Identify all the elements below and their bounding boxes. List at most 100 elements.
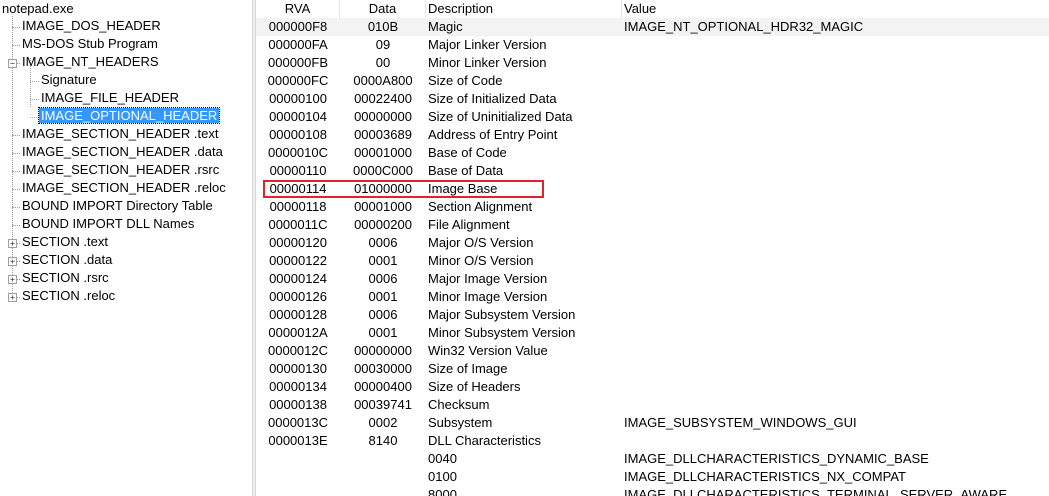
- rva-cell: 0000013E: [268, 433, 328, 448]
- data-cell: 00001000: [354, 199, 412, 214]
- data-cell: [340, 486, 426, 496]
- description-cell: Subsystem: [428, 415, 493, 430]
- tree-item-image-optional-header[interactable]: IMAGE_OPTIONAL_HEADER: [37, 107, 221, 124]
- tree-item-image-dos-header[interactable]: IMAGE_DOS_HEADER: [20, 18, 163, 33]
- tree-item-image-section-header-text[interactable]: IMAGE_SECTION_HEADER .text: [20, 126, 221, 141]
- table-row[interactable]: 0000013C 0002 Subsystem IMAGE_SUBSYSTEM_WIN…: [256, 414, 1049, 432]
- tree-connector: [12, 171, 20, 172]
- table-row[interactable]: 00000108 00003689 Address of Entry Point: [256, 126, 1049, 144]
- tree-connector: [30, 117, 39, 118]
- table-row[interactable]: 0040 IMAGE_DLLCHARACTERISTICS_DYNAMIC_BAS…: [256, 450, 1049, 468]
- table-row[interactable]: 0100 IMAGE_DLLCHARACTERISTICS_NX_COMPAT: [256, 468, 1049, 486]
- value-cell: [624, 342, 1049, 360]
- tree-connector: [30, 99, 39, 100]
- table-row[interactable]: 00000110 0000C000 Base of Data: [256, 162, 1049, 180]
- tree-root-label[interactable]: notepad.exe: [2, 1, 74, 16]
- rva-cell: 000000FA: [268, 37, 328, 52]
- value-cell: [624, 270, 1049, 288]
- table-row[interactable]: 0000013E 8140 DLL Characteristics: [256, 432, 1049, 450]
- tree-item-ms-dos-stub-program[interactable]: MS-DOS Stub Program: [20, 36, 160, 51]
- expand-icon[interactable]: +: [8, 257, 17, 266]
- table-row[interactable]: 000000FA 09 Major Linker Version: [256, 36, 1049, 54]
- table-row[interactable]: 00000104 00000000 Size of Uninitialized Da…: [256, 108, 1049, 126]
- tree-item-image-file-header[interactable]: IMAGE_FILE_HEADER: [39, 90, 181, 105]
- description-cell: Win32 Version Value: [428, 343, 548, 358]
- table-row[interactable]: 0000012A 0001 Minor Subsystem Version: [256, 324, 1049, 342]
- expand-icon[interactable]: +: [8, 293, 17, 302]
- description-cell: Major Subsystem Version: [428, 307, 576, 322]
- tree-item-section-data[interactable]: SECTION .data: [20, 252, 114, 267]
- tree-item-image-nt-headers[interactable]: IMAGE_NT_HEADERS: [20, 54, 161, 69]
- column-header-rva[interactable]: RVA: [256, 0, 340, 18]
- description-cell: Base of Code: [428, 145, 507, 160]
- tree-item-image-section-header-rsrc[interactable]: IMAGE_SECTION_HEADER .rsrc: [20, 162, 221, 177]
- rva-cell: 00000124: [269, 271, 327, 286]
- data-cell: [340, 468, 426, 486]
- value-cell: [624, 216, 1049, 234]
- table-row[interactable]: 00000126 0001 Minor Image Version: [256, 288, 1049, 306]
- rva-cell: 00000118: [269, 199, 327, 214]
- expand-icon[interactable]: +: [8, 275, 17, 284]
- table-row[interactable]: 00000118 00001000 Section Alignment: [256, 198, 1049, 216]
- table-row[interactable]: 00000124 0006 Major Image Version: [256, 270, 1049, 288]
- value-cell: [624, 162, 1049, 180]
- description-cell: Minor Subsystem Version: [428, 325, 576, 340]
- rva-cell: 00000104: [269, 109, 327, 124]
- structure-tree[interactable]: notepad.exe IMAGE_DOS_HEADER MS-DOS Stub …: [0, 0, 252, 496]
- value-cell: [624, 324, 1049, 342]
- table-row[interactable]: 00000128 0006 Major Subsystem Version: [256, 306, 1049, 324]
- table-row[interactable]: 00000138 00039741 Checksum: [256, 396, 1049, 414]
- data-cell: 0006: [368, 307, 398, 322]
- data-cell: 00001000: [354, 145, 412, 160]
- tree-connector: [12, 45, 20, 46]
- collapse-icon[interactable]: −: [8, 59, 17, 68]
- expand-icon[interactable]: +: [8, 239, 17, 248]
- value-cell: [624, 252, 1049, 270]
- tree-item-section-rsrc[interactable]: SECTION .rsrc: [20, 270, 111, 285]
- table-row[interactable]: 000000FC 0000A800 Size of Code: [256, 72, 1049, 90]
- table-row[interactable]: 8000 IMAGE_DLLCHARACTERISTICS_TERMINAL_SE…: [256, 486, 1049, 496]
- value-cell: [624, 144, 1049, 162]
- rva-cell: 00000100: [269, 91, 327, 106]
- column-header-description[interactable]: Description: [426, 0, 622, 18]
- tree-connector: [30, 81, 39, 82]
- table-row[interactable]: 00000120 0006 Major O/S Version: [256, 234, 1049, 252]
- table-row[interactable]: 000000FB 00 Minor Linker Version: [256, 54, 1049, 72]
- rva-cell: 00000134: [269, 379, 327, 394]
- tree-item-image-section-header-reloc[interactable]: IMAGE_SECTION_HEADER .reloc: [20, 180, 228, 195]
- table-row[interactable]: 0000010C 00001000 Base of Code: [256, 144, 1049, 162]
- table-row[interactable]: 00000130 00030000 Size of Image: [256, 360, 1049, 378]
- table-row[interactable]: 0000012C 00000000 Win32 Version Value: [256, 342, 1049, 360]
- description-cell: Size of Initialized Data: [428, 91, 557, 106]
- tree-item-bound-import-directory-table[interactable]: BOUND IMPORT Directory Table: [20, 198, 215, 213]
- table-row[interactable]: 00000114 01000000 Image Base: [256, 180, 1049, 198]
- rva-cell: 0000011C: [268, 217, 328, 232]
- description-cell: Size of Uninitialized Data: [428, 109, 573, 124]
- tree-item-image-section-header-data[interactable]: IMAGE_SECTION_HEADER .data: [20, 144, 225, 159]
- tree-item-signature[interactable]: Signature: [39, 72, 99, 87]
- description-cell: Major Image Version: [428, 271, 548, 286]
- details-list[interactable]: RVA Data Description Value 000000F8 010B M…: [256, 0, 1049, 496]
- table-row[interactable]: 0000011C 00000200 File Alignment: [256, 216, 1049, 234]
- tree-connector: [12, 189, 20, 190]
- tree-connector: [12, 225, 20, 226]
- tree-connector: [12, 153, 20, 154]
- column-header-value[interactable]: Value: [622, 0, 1049, 18]
- table-row[interactable]: 00000100 00022400 Size of Initialized Data: [256, 90, 1049, 108]
- data-cell: 00000000: [354, 343, 412, 358]
- tree-item-section-text[interactable]: SECTION .text: [20, 234, 110, 249]
- column-header-data[interactable]: Data: [340, 0, 426, 18]
- description-cell: Major Linker Version: [428, 37, 547, 52]
- tree-item-section-reloc[interactable]: SECTION .reloc: [20, 288, 117, 303]
- table-row[interactable]: 00000122 0001 Minor O/S Version: [256, 252, 1049, 270]
- table-row[interactable]: 00000134 00000400 Size of Headers: [256, 378, 1049, 396]
- value-cell: [624, 396, 1049, 414]
- description-cell: Size of Code: [428, 73, 503, 88]
- value-cell: [624, 90, 1049, 108]
- rva-cell: 00000110: [269, 163, 327, 178]
- table-row[interactable]: 000000F8 010B Magic IMAGE_NT_OPTIONAL_HDR32…: [256, 18, 1049, 36]
- data-cell: [340, 450, 426, 468]
- tree-connector: [12, 135, 20, 136]
- data-cell: 0001: [368, 253, 398, 268]
- tree-item-bound-import-dll-names[interactable]: BOUND IMPORT DLL Names: [20, 216, 196, 231]
